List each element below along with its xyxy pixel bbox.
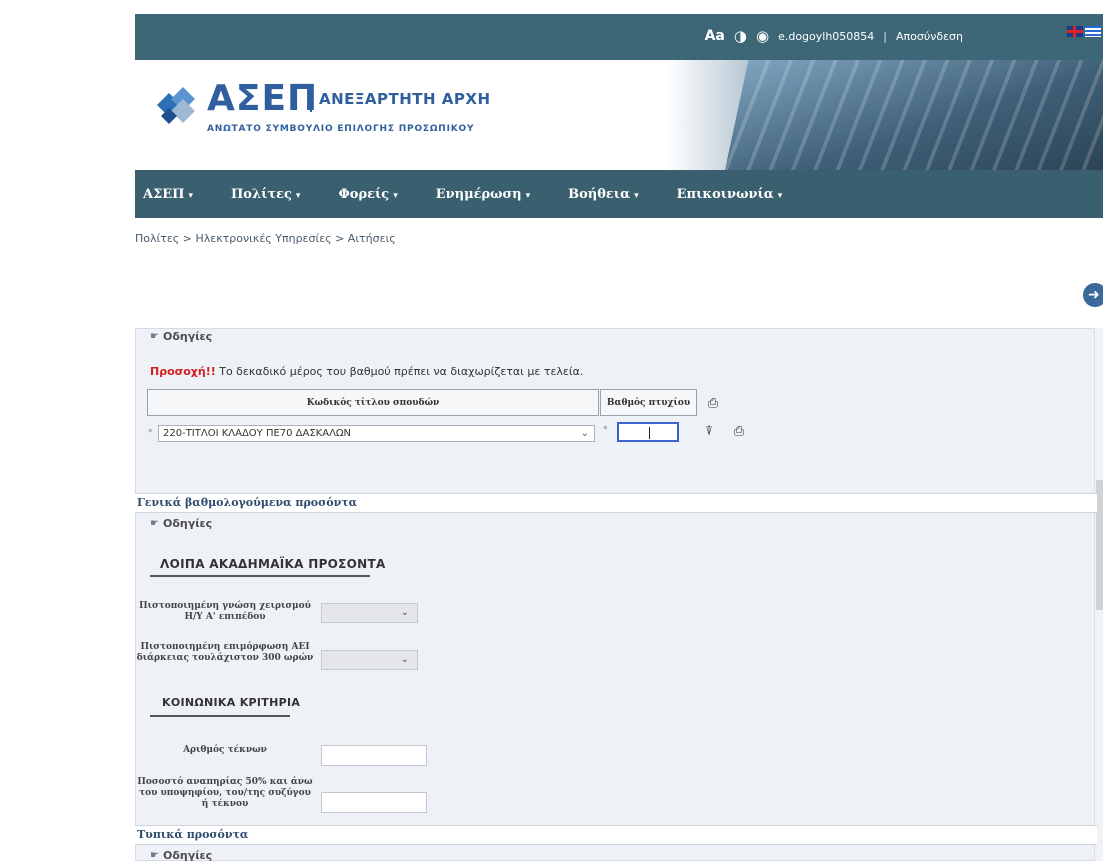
chevron-down-icon: ▾ <box>777 190 783 201</box>
degree-code-header-label: Κωδικός τίτλου σπουδών <box>306 397 440 408</box>
nav-item-contact[interactable]: Επικοινωνία ▾ <box>677 187 783 202</box>
section-general-qualifications[interactable]: Γενικά βαθμολογούμενα προσόντα <box>135 493 1097 513</box>
nav-item-help[interactable]: Βοήθεια ▾ <box>568 187 639 202</box>
add-row-icon[interactable]: ⎙ <box>730 423 748 441</box>
social-criteria-heading: ΚΟΙΝΩΝΙΚΑ ΚΡΙΤΗΡΙΑ <box>162 696 301 709</box>
nav-item-agencies[interactable]: Φορείς ▾ <box>338 187 397 202</box>
nav-item-label: Ενημέρωση <box>435 186 522 202</box>
warning-strong: Προσοχή!! <box>150 365 216 378</box>
chevron-down-icon: ⌄ <box>580 428 589 439</box>
pointing-hand-icon: ☛ <box>150 518 159 529</box>
chevron-down-icon: ⌄ <box>400 654 409 665</box>
instructions-label: Οδηγίες <box>162 849 213 861</box>
chevron-down-icon: ▾ <box>525 190 531 201</box>
building-photo <box>725 60 1103 170</box>
uk-flag-icon[interactable] <box>1067 26 1083 37</box>
degree-grade-header-label: Βαθμός πτυχίου <box>606 397 691 408</box>
instructions-toggle[interactable]: ☛ Οδηγίες <box>150 330 212 343</box>
separator: | <box>883 29 888 43</box>
main-nav: ΑΣΕΠ ▾ Πολίτες ▾ Φορείς ▾ Ενημέρωση ▾ Βοήθει… <box>135 170 1103 218</box>
disability-input[interactable] <box>321 792 427 813</box>
chevron-down-icon: ▾ <box>295 190 301 201</box>
logo-subtitle: ΑΝΕΞΑΡΤΗΤΗ ΑΡΧΗ <box>319 90 491 108</box>
instructions-toggle[interactable]: ☛ Οδηγίες <box>150 517 212 530</box>
computer-skills-select[interactable]: ⌄ <box>321 603 418 623</box>
remove-row-icon[interactable]: ⍒ <box>700 423 718 441</box>
training-label: Πιστοποιημένη επιμόρφωση ΑΕΙ διάρκειας τ… <box>136 642 314 663</box>
instructions-label: Οδηγίες <box>162 517 213 530</box>
chevron-down-icon: ⌄ <box>400 607 409 618</box>
training-select[interactable]: ⌄ <box>321 650 418 670</box>
degree-grade-input[interactable] <box>617 422 679 442</box>
children-count-label: Αριθμός τέκνων <box>183 745 267 755</box>
eye-icon[interactable]: ◉ <box>756 27 769 45</box>
nav-item-asep[interactable]: ΑΣΕΠ ▾ <box>143 187 193 202</box>
decimal-warning: Προσοχή!! Το δεκαδικό μέρος του βαθμού π… <box>150 365 583 378</box>
asep-logo-icon[interactable] <box>153 82 199 128</box>
warning-text: Το δεκαδικό μέρος του βαθμού πρέπει να δ… <box>215 365 584 378</box>
logo-divider <box>310 84 312 112</box>
instructions-label: Οδηγίες <box>162 330 213 343</box>
nav-item-label: Φορείς <box>338 186 390 202</box>
top-utility-bar: Aa ◑ ◉ e.dogoylh050854 | Αποσύνδεση <box>135 14 1103 60</box>
disability-label: Ποσοστό αναπηρίας 50% και άνω του υποψηφ… <box>137 777 313 809</box>
degree-code-value: 220-ΤΙΤΛΟΙ ΚΛΑΔΟΥ ΠΕ70 ΔΑΣΚΑΛΩΝ <box>163 428 352 439</box>
nav-item-label: ΑΣΕΠ <box>143 186 185 202</box>
computer-skills-label: Πιστοποιημένη γνώση χειρισμού Η/Υ Α' επι… <box>139 601 311 622</box>
username-label: e.dogoylh050854 <box>778 29 875 43</box>
language-switcher <box>1067 26 1101 37</box>
heading-underline <box>150 715 290 717</box>
pointing-hand-icon: ☛ <box>150 331 159 342</box>
add-row-icon[interactable]: ⎙ <box>704 395 722 413</box>
section-formal-qualifications[interactable]: Τυπικά προσόντα <box>135 825 1097 845</box>
required-mark: * <box>603 425 608 435</box>
scrollbar-thumb[interactable] <box>1096 480 1103 610</box>
degree-grade-header: Βαθμός πτυχίου <box>600 389 697 416</box>
logout-link[interactable]: Αποσύνδεση <box>896 30 963 43</box>
nav-item-news[interactable]: Ενημέρωση ▾ <box>436 187 530 202</box>
nav-item-citizens[interactable]: Πολίτες ▾ <box>231 187 300 202</box>
degree-code-select[interactable]: 220-ΤΙΤΛΟΙ ΚΛΑΔΟΥ ΠΕ70 ΔΑΣΚΑΛΩΝ ⌄ <box>158 425 595 442</box>
nav-item-label: Βοήθεια <box>568 186 631 202</box>
page: Aa ◑ ◉ e.dogoylh050854 | Αποσύνδεση ΑΣΕΠ… <box>0 0 1103 861</box>
degree-code-header: Κωδικός τίτλου σπουδών <box>147 389 599 416</box>
chevron-down-icon: ▾ <box>634 190 639 201</box>
logo-tagline: ΑΝΩΤΑΤΟ ΣΥΜΒΟΥΛΙΟ ΕΠΙΛΟΓΗΣ ΠΡΟΣΩΠΙΚΟΥ <box>207 124 475 134</box>
nav-item-label: Επικοινωνία <box>676 186 774 202</box>
font-size-toggle[interactable]: Aa <box>705 28 725 44</box>
nav-item-label: Πολίτες <box>231 186 292 202</box>
pointing-hand-icon: ☛ <box>150 850 159 861</box>
children-count-input[interactable] <box>321 745 427 766</box>
header-banner: ΑΣΕΠ ΑΝΕΞΑΡΤΗΤΗ ΑΡΧΗ ΑΝΩΤΑΤΟ ΣΥΜΒΟΥΛΙΟ Ε… <box>135 60 1103 170</box>
instructions-toggle[interactable]: ☛ Οδηγίες <box>150 849 212 861</box>
chevron-down-icon: ▾ <box>393 190 398 201</box>
required-mark: * <box>148 428 153 438</box>
academic-heading: ΛΟΙΠΑ ΑΚΑΔΗΜΑΪΚΑ ΠΡΟΣΟΝΤΑ <box>160 557 386 571</box>
heading-underline <box>150 575 370 577</box>
contrast-icon[interactable]: ◑ <box>734 27 747 45</box>
user-toolbar: Aa ◑ ◉ e.dogoylh050854 | Αποσύνδεση <box>705 27 963 45</box>
greek-flag-icon[interactable] <box>1085 26 1101 37</box>
chevron-down-icon: ▾ <box>188 190 193 201</box>
breadcrumb[interactable]: Πολίτες > Ηλεκτρονικές Υπηρεσίες > Αιτήσ… <box>135 232 396 245</box>
logo-title[interactable]: ΑΣΕΠ <box>207 78 318 119</box>
back-arrow-icon[interactable]: ➜ <box>1083 283 1103 307</box>
